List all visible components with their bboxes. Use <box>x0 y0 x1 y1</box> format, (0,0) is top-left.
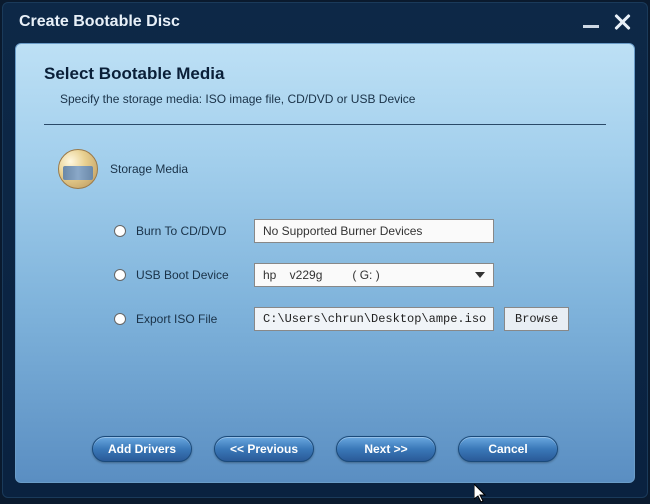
storage-media-label: Storage Media <box>110 162 188 176</box>
window-title: Create Bootable Disc <box>19 13 180 31</box>
titlebar: Create Bootable Disc <box>3 3 647 39</box>
next-button[interactable]: Next >> <box>336 436 436 462</box>
options-group: Burn To CD/DVD No Supported Burner Devic… <box>114 219 606 331</box>
storage-media-icon <box>58 149 98 189</box>
iso-label: Export ISO File <box>136 312 244 326</box>
option-export-iso: Export ISO File C:\Users\chrun\Desktop\a… <box>114 307 606 331</box>
usb-device-dropdown[interactable]: hp v229g ( G: ) <box>254 263 494 287</box>
minimize-icon[interactable] <box>583 25 599 28</box>
option-usb-boot: USB Boot Device hp v229g ( G: ) <box>114 263 606 287</box>
iso-path-field[interactable]: C:\Users\chrun\Desktop\ampe.iso <box>254 307 494 331</box>
usb-device-value: hp v229g ( G: ) <box>263 264 380 286</box>
page-subheading: Specify the storage media: ISO image fil… <box>60 92 606 106</box>
burn-label: Burn To CD/DVD <box>136 224 244 238</box>
mouse-cursor-icon <box>474 484 490 504</box>
usb-label: USB Boot Device <box>136 268 244 282</box>
radio-iso[interactable] <box>114 313 126 325</box>
button-bar: Add Drivers << Previous Next >> Cancel <box>16 436 634 462</box>
window-controls <box>583 13 631 31</box>
content-panel: Select Bootable Media Specify the storag… <box>15 43 635 483</box>
burn-device-field: No Supported Burner Devices <box>254 219 494 243</box>
add-drivers-button[interactable]: Add Drivers <box>92 436 192 462</box>
chevron-down-icon <box>475 272 485 278</box>
page-heading: Select Bootable Media <box>44 64 606 84</box>
radio-burn[interactable] <box>114 225 126 237</box>
storage-media-row: Storage Media <box>58 149 606 189</box>
radio-usb[interactable] <box>114 269 126 281</box>
previous-button[interactable]: << Previous <box>214 436 314 462</box>
cancel-button[interactable]: Cancel <box>458 436 558 462</box>
browse-button[interactable]: Browse <box>504 307 569 331</box>
divider <box>44 124 606 125</box>
option-burn-cd-dvd: Burn To CD/DVD No Supported Burner Devic… <box>114 219 606 243</box>
dialog-window: Create Bootable Disc Select Bootable Med… <box>2 2 648 498</box>
close-icon[interactable] <box>613 13 631 31</box>
